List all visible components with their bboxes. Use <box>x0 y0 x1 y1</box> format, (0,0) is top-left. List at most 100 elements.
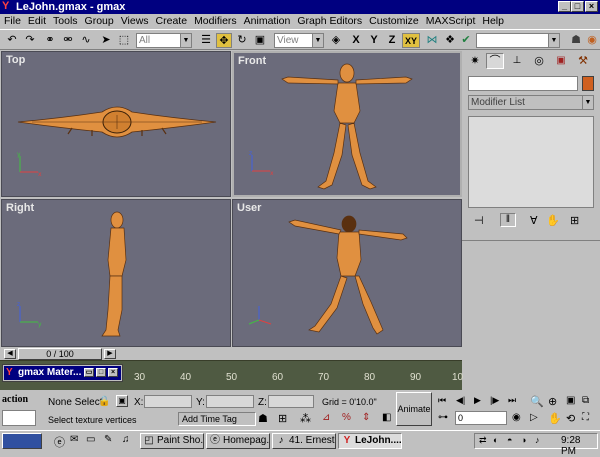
select-arrow-icon[interactable]: ➤ <box>98 33 114 48</box>
task-paintshop[interactable]: ◰ Paint Sho... <box>140 433 204 449</box>
edit-named-selection-icon[interactable]: ◧ <box>382 412 391 423</box>
volume-icon[interactable]: ♪ <box>535 435 540 445</box>
show-end-result-icon[interactable]: ‖ <box>500 213 516 227</box>
ie-quicklaunch-icon[interactable]: ⓔ <box>54 434 65 450</box>
clock[interactable]: 9:28 PM <box>561 435 597 457</box>
display-tab-icon[interactable]: ▣ <box>554 54 568 68</box>
axis-z-button[interactable]: Z <box>384 33 400 48</box>
y-coordinate-field[interactable] <box>206 395 254 408</box>
maximize-viewport-icon[interactable]: ⛶ <box>582 412 589 423</box>
menu-views[interactable]: Views <box>121 14 149 29</box>
menu-maxscript[interactable]: MAXScript <box>426 14 476 29</box>
menu-customize[interactable]: Customize <box>369 14 419 29</box>
undo-icon[interactable]: ↶ <box>4 33 20 48</box>
menu-group[interactable]: Group <box>85 14 114 29</box>
tray-app-icon[interactable]: ◐ <box>493 435 498 445</box>
menu-tools[interactable]: Tools <box>53 14 78 29</box>
current-frame-field[interactable]: 0 <box>455 411 507 425</box>
remove-modifier-icon[interactable]: ✋ <box>546 214 560 227</box>
named-selection-icon[interactable]: ✔ <box>458 33 474 48</box>
make-unique-icon[interactable]: ∀ <box>530 214 538 227</box>
gmax-app-icon[interactable]: Y <box>2 1 13 12</box>
zoom-extents-selected-icon[interactable]: ▣ <box>566 395 575 406</box>
z-coordinate-field[interactable] <box>268 395 314 408</box>
task-homepage[interactable]: ⓔ Homepag... <box>206 433 270 449</box>
zoom-icon[interactable]: 🔍 <box>530 395 544 408</box>
link-icon[interactable]: ⚭ <box>42 33 58 48</box>
menu-create[interactable]: Create <box>156 14 188 29</box>
snap-toggle-icon[interactable]: ⁂ <box>300 412 311 425</box>
percent-snap-icon[interactable]: % <box>342 412 351 423</box>
zoom-all-icon[interactable]: ⊕ <box>548 395 557 408</box>
time-slider[interactable]: ◀ 0 / 100 ▶ <box>0 348 462 360</box>
maxscript-listener-field[interactable] <box>2 410 36 426</box>
redo-icon[interactable]: ↷ <box>22 33 38 48</box>
start-button[interactable] <box>2 433 42 449</box>
select-by-name-icon[interactable]: ☰ <box>198 33 214 48</box>
menu-modifiers[interactable]: Modifiers <box>194 14 237 29</box>
app-quicklaunch-icon[interactable]: ✎ <box>104 434 112 445</box>
task-lejohn[interactable]: Y LeJohn.... <box>338 433 402 449</box>
material-editor-icon[interactable]: ☗ <box>568 33 584 48</box>
move-icon[interactable]: ✥ <box>216 33 232 48</box>
absolute-mode-icon[interactable]: ▣ <box>116 395 128 407</box>
arc-rotate-icon[interactable]: ⟲ <box>566 412 575 425</box>
object-color-swatch[interactable] <box>582 76 594 91</box>
viewport-top[interactable]: Top y x <box>1 51 231 197</box>
angle-snap-icon[interactable]: ⊿ <box>322 412 330 423</box>
network-icon[interactable]: ⇄ <box>479 435 487 446</box>
menu-animation[interactable]: Animation <box>244 14 291 29</box>
align-icon[interactable]: ❖ <box>442 33 458 48</box>
spinner-snap-icon[interactable]: ⇕ <box>362 412 370 423</box>
close-button[interactable]: × <box>108 368 118 377</box>
unlink-icon[interactable]: ⚮ <box>60 33 76 48</box>
animate-button[interactable]: Animate <box>396 392 432 426</box>
transform-typein-icon[interactable]: ⊞ <box>278 412 287 425</box>
selection-filter-dropdown[interactable]: All ▼ <box>136 33 192 48</box>
menu-edit[interactable]: Edit <box>28 14 46 29</box>
configure-sets-icon[interactable]: ⊞ <box>570 214 579 227</box>
menu-help[interactable]: Help <box>482 14 504 29</box>
viewport-user[interactable]: User <box>232 199 462 347</box>
hierarchy-tab-icon[interactable]: ⊥ <box>510 54 524 68</box>
tray-app-icon[interactable]: ◓ <box>507 435 512 445</box>
slider-next-arrow-icon[interactable]: ▶ <box>104 349 116 359</box>
media-quicklaunch-icon[interactable]: ♫ <box>122 434 130 445</box>
render-icon[interactable]: ◉ <box>584 33 600 48</box>
maximize-button[interactable]: □ <box>571 1 584 12</box>
viewport-right[interactable]: Right z y <box>1 199 231 347</box>
go-to-start-icon[interactable]: ⏮ <box>438 395 446 406</box>
utilities-tab-icon[interactable]: ⚒ <box>576 54 590 68</box>
minimize-button[interactable]: _ <box>558 1 571 12</box>
slider-prev-arrow-icon[interactable]: ◀ <box>4 349 16 359</box>
pivot-center-icon[interactable]: ◈ <box>328 33 344 48</box>
x-coordinate-field[interactable] <box>144 395 192 408</box>
track-bar[interactable]: 30 40 50 60 70 80 90 10 Y gmax Mater... … <box>0 360 463 390</box>
time-configuration-icon[interactable]: ◉ <box>512 412 521 423</box>
menu-graph-editors[interactable]: Graph Editors <box>297 14 362 29</box>
mirror-icon[interactable]: ⋈ <box>424 33 440 48</box>
tray-app-icon[interactable]: ◑ <box>521 435 526 445</box>
menu-file[interactable]: File <box>4 14 21 29</box>
bind-space-warp-icon[interactable]: ∿ <box>78 33 94 48</box>
axis-y-button[interactable]: Y <box>366 33 382 48</box>
named-selection-dropdown[interactable]: ▼ <box>476 33 560 48</box>
rotate-icon[interactable]: ↻ <box>234 33 250 48</box>
motion-tab-icon[interactable]: ◎ <box>532 54 546 68</box>
modify-tab-icon[interactable]: ⌒ <box>486 53 504 69</box>
material-editor-float-window[interactable]: Y gmax Mater... ▭ □ × <box>2 364 123 382</box>
zoom-extents-all-icon[interactable]: ⧉ <box>582 395 589 406</box>
modifier-list-dropdown[interactable]: Modifier List ▼ <box>468 95 594 110</box>
close-button[interactable]: × <box>585 1 598 12</box>
region-select-icon[interactable]: ⬚ <box>116 33 132 48</box>
go-to-end-icon[interactable]: ⏭ <box>508 395 516 406</box>
pin-stack-icon[interactable]: ⊣ <box>474 214 484 227</box>
scale-icon[interactable]: ▣ <box>252 33 268 48</box>
add-time-tag-field[interactable]: Add Time Tag <box>178 412 256 426</box>
next-frame-icon[interactable]: |▶ <box>490 395 499 406</box>
field-of-view-icon[interactable]: ▷ <box>530 412 538 423</box>
axis-x-button[interactable]: X <box>348 33 364 48</box>
viewport-front[interactable]: Front z x <box>232 51 462 197</box>
reference-coord-dropdown[interactable]: View ▼ <box>274 33 324 48</box>
pan-icon[interactable]: ✋ <box>548 412 562 425</box>
